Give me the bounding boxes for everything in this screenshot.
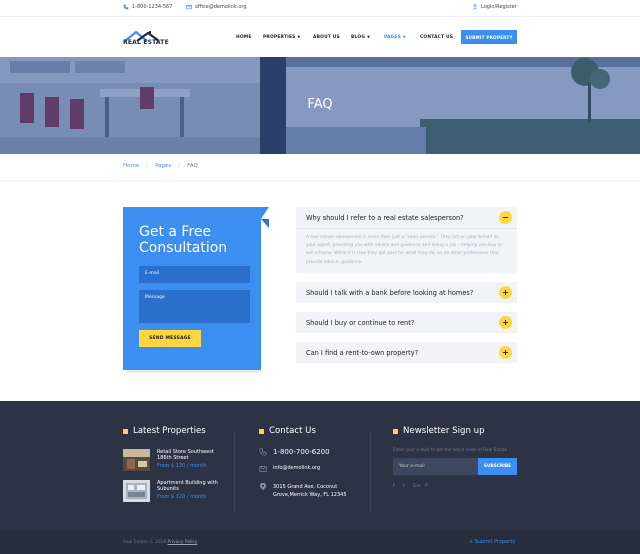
copyright-text: Real Estate © 2018: [123, 540, 167, 545]
breadcrumb-home[interactable]: Home: [123, 163, 139, 169]
page-title: FAQ: [307, 97, 333, 112]
breadcrumb-separator: /: [146, 163, 149, 169]
nav-properties-label: PROPERTIES: [263, 35, 296, 40]
newsletter-title: Newsletter Sign up: [403, 426, 485, 436]
section-divider: [0, 180, 640, 181]
facebook-icon[interactable]: f: [393, 483, 395, 489]
copyright: Real Estate © 2018 Privacy Policy: [123, 540, 197, 545]
footer-bottom-bar: [0, 531, 640, 554]
mail-icon: [259, 466, 267, 472]
chevron-down-icon: ▼: [367, 35, 371, 39]
faq-item[interactable]: Should I buy or continue to rent? +: [296, 312, 517, 333]
top-bar: 1-800-1234-567 office@demolink.org Login…: [0, 0, 640, 16]
plus-icon[interactable]: +: [499, 286, 512, 299]
newsletter-heading: Newsletter Sign up: [393, 426, 485, 436]
plus-icon[interactable]: +: [499, 316, 512, 329]
nav-home-label: HOME: [236, 35, 252, 40]
breadcrumb: Home / Pages / FAQ: [123, 163, 198, 169]
topbar-email[interactable]: office@demolink.org: [186, 4, 247, 10]
logo-text[interactable]: REAL ESTATE: [123, 39, 169, 46]
subscribe-button[interactable]: SUBSCRIBE: [478, 458, 517, 475]
property-title[interactable]: Apartment Building with Subunits: [157, 480, 227, 492]
privacy-policy-link[interactable]: Privacy Policy: [168, 540, 198, 545]
contact-address-text: 3015 Grand Ave, Coconut Grove,Merrick Wa…: [273, 484, 347, 498]
breadcrumb-current: FAQ: [187, 163, 198, 169]
card-ribbon: [261, 207, 269, 219]
topbar-phone[interactable]: 1-800-1234-567: [123, 4, 172, 10]
chevron-down-icon: ▼: [402, 35, 406, 39]
main-header: REAL ESTATE HOME PROPERTIES ▼ ABOUT US BL…: [0, 16, 640, 57]
pinterest-icon[interactable]: P: [425, 483, 428, 489]
google-plus-icon[interactable]: G+: [413, 483, 421, 489]
property-title[interactable]: Retail Store Southwest 186th Street: [157, 449, 227, 461]
nav-contact-label: CONTACT US: [420, 35, 454, 40]
faq-item-expanded: Why should I refer to a real estate sale…: [296, 207, 517, 273]
nav-blog[interactable]: BLOG ▼: [351, 35, 370, 40]
contact-phone[interactable]: 1-800-700-6200: [259, 448, 330, 456]
login-register-text: Login/Register: [481, 4, 517, 10]
heading-marker-icon: [393, 428, 398, 434]
email-field[interactable]: E-mail: [139, 266, 250, 283]
chevron-down-icon: ▼: [297, 35, 301, 39]
nav-pages-label: PAGES: [384, 35, 401, 40]
contact-title: Contact Us: [269, 426, 316, 436]
faq-question[interactable]: Should I talk with a bank before looking…: [306, 282, 473, 303]
contact-heading: Contact Us: [259, 426, 316, 436]
login-register-link[interactable]: Login/Register: [472, 4, 517, 10]
footer-column-divider: [370, 430, 371, 513]
nav-about-label: ABOUT US: [313, 35, 340, 40]
card-ribbon-fold: [261, 219, 269, 228]
newsletter-description: Enter your e-mail to get the latest news…: [393, 447, 507, 452]
property-price: From $ 120 / month: [157, 494, 207, 500]
mail-icon: [186, 4, 192, 10]
nav-blog-label: BLOG: [351, 35, 366, 40]
phone-icon: [123, 4, 129, 10]
message-field[interactable]: Message: [139, 290, 250, 323]
latest-properties-heading: Latest Properties: [123, 426, 206, 436]
nav-contact-us[interactable]: CONTACT US: [420, 35, 453, 40]
newsletter-email-input[interactable]: Your e-mail: [393, 458, 478, 475]
faq-answer: A real estate salesperson is more than j…: [306, 235, 503, 265]
heading-marker-icon: [123, 428, 128, 434]
topbar-email-text: office@demolink.org: [195, 4, 247, 10]
send-message-button[interactable]: SEND MESSAGE: [139, 330, 201, 347]
nav-pages[interactable]: PAGES ▼: [384, 35, 406, 40]
footer-submit-property-link[interactable]: + Submit Property: [469, 539, 515, 545]
contact-email-text: info@demolink.org: [273, 465, 321, 471]
page-hero: FAQ: [0, 57, 640, 154]
property-price: From $ 120 / month: [157, 463, 207, 469]
minus-icon[interactable]: −: [499, 211, 512, 224]
map-pin-icon: [259, 483, 267, 491]
phone-icon: [259, 448, 267, 456]
plus-icon[interactable]: +: [499, 346, 512, 359]
faq-item[interactable]: Can I find a rent-to-own property? +: [296, 342, 517, 363]
contact-address: 3015 Grand Ave, Coconut Grove,Merrick Wa…: [259, 483, 358, 499]
breadcrumb-pages[interactable]: Pages: [155, 163, 171, 169]
nav-about-us[interactable]: ABOUT US: [313, 35, 340, 40]
faq-question[interactable]: Why should I refer to a real estate sale…: [306, 207, 464, 228]
faq-divider: [296, 228, 517, 229]
contact-email[interactable]: info@demolink.org: [259, 465, 320, 473]
nav-properties[interactable]: PROPERTIES ▼: [263, 35, 300, 40]
breadcrumb-separator: /: [178, 163, 181, 169]
property-thumbnail[interactable]: [123, 449, 150, 471]
faq-question[interactable]: Can I find a rent-to-own property?: [306, 342, 418, 363]
topbar-phone-text: 1-800-1234-567: [132, 4, 173, 10]
card-shadow: [127, 370, 261, 373]
user-icon: [472, 4, 478, 10]
twitter-icon[interactable]: t: [403, 483, 405, 489]
contact-phone-text: 1-800-700-6200: [273, 448, 330, 456]
heading-marker-icon: [259, 428, 264, 434]
consultation-title: Get a Free Consultation: [139, 224, 228, 256]
property-thumbnail[interactable]: [123, 480, 150, 502]
faq-item[interactable]: Should I talk with a bank before looking…: [296, 282, 517, 303]
footer-column-divider: [234, 430, 235, 513]
faq-question[interactable]: Should I buy or continue to rent?: [306, 312, 414, 333]
latest-properties-title: Latest Properties: [133, 426, 206, 436]
nav-home[interactable]: HOME: [236, 35, 252, 40]
submit-property-button[interactable]: SUBMIT PROPERTY: [461, 30, 517, 44]
